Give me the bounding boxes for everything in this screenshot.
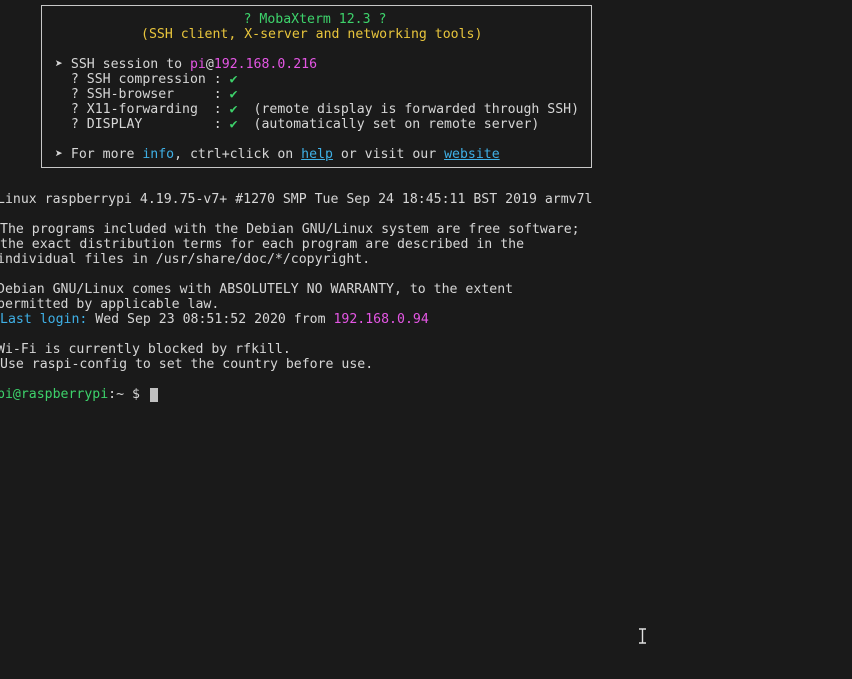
more-info-line: ➤ For more info, ctrl+click on help or v… bbox=[55, 147, 500, 162]
ssh-session-line: ➤ SSH session to pi@192.168.0.216 bbox=[55, 57, 317, 72]
feature-label: ? DISPLAY : bbox=[55, 117, 230, 132]
motd-line: the exact distribution terms for each pr… bbox=[0, 237, 525, 252]
feature-label: ? SSH compression : bbox=[55, 72, 230, 87]
ssh-session-host: 192.168.0.216 bbox=[213, 57, 318, 72]
check-icon: ✔ bbox=[229, 87, 238, 102]
feature-row: ? SSH-browser : ✔ bbox=[55, 87, 238, 102]
feature-note: (remote display is forwarded through SSH… bbox=[237, 102, 580, 117]
last-login-text: Wed Sep 23 08:51:52 2020 from bbox=[87, 312, 334, 327]
motd-line: individual files in /usr/share/doc/*/cop… bbox=[0, 252, 371, 267]
check-icon: ✔ bbox=[229, 117, 238, 132]
shell-prompt: pi@raspberrypi:~ $ bbox=[0, 387, 148, 402]
feature-row: ? X11-forwarding : ✔ (remote display is … bbox=[55, 102, 579, 117]
prompt-path: :~ $ bbox=[108, 387, 148, 402]
terminal-cursor[interactable] bbox=[150, 388, 158, 402]
feature-label: ? SSH-browser : bbox=[55, 87, 230, 102]
motd-line: The programs included with the Debian GN… bbox=[0, 222, 580, 237]
feature-note: (automatically set on remote server) bbox=[237, 117, 540, 132]
uname-line: Linux raspberrypi 4.19.75-v7+ #1270 SMP … bbox=[0, 192, 593, 207]
more-prefix: ➤ For more bbox=[55, 147, 143, 162]
wifi-warning-line: Wi-Fi is currently blocked by rfkill. bbox=[0, 342, 291, 357]
more-mid: , ctrl+click on bbox=[174, 147, 302, 162]
feature-row: ? SSH compression : ✔ bbox=[55, 72, 238, 87]
motd-line: Debian GNU/Linux comes with ABSOLUTELY N… bbox=[0, 282, 514, 297]
help-link[interactable]: help bbox=[301, 147, 333, 162]
website-link[interactable]: website bbox=[444, 147, 500, 162]
text-cursor-icon bbox=[639, 628, 646, 644]
prompt-user-host: pi@raspberrypi bbox=[0, 387, 109, 402]
ssh-session-prefix: ➤ SSH session to bbox=[55, 57, 190, 72]
motd-line: permitted by applicable law. bbox=[0, 297, 220, 312]
feature-row: ? DISPLAY : ✔ (automatically set on remo… bbox=[55, 117, 539, 132]
banner-subtitle: (SSH client, X-server and networking too… bbox=[141, 27, 483, 42]
check-icon: ✔ bbox=[229, 72, 238, 87]
last-login-ip: 192.168.0.94 bbox=[333, 312, 429, 327]
wifi-warning-line: Use raspi-config to set the country befo… bbox=[0, 357, 374, 372]
check-icon: ✔ bbox=[229, 102, 238, 117]
ssh-session-at: @ bbox=[205, 57, 214, 72]
more-or: or visit our bbox=[332, 147, 445, 162]
last-login-line: Last login: Wed Sep 23 08:51:52 2020 fro… bbox=[0, 312, 429, 327]
last-login-label: Last login: bbox=[0, 312, 88, 327]
feature-label: ? X11-forwarding : bbox=[55, 102, 230, 117]
info-link[interactable]: info bbox=[142, 147, 174, 162]
banner-title: ? MobaXterm 12.3 ? bbox=[243, 12, 387, 27]
ssh-session-user: pi bbox=[189, 57, 206, 72]
